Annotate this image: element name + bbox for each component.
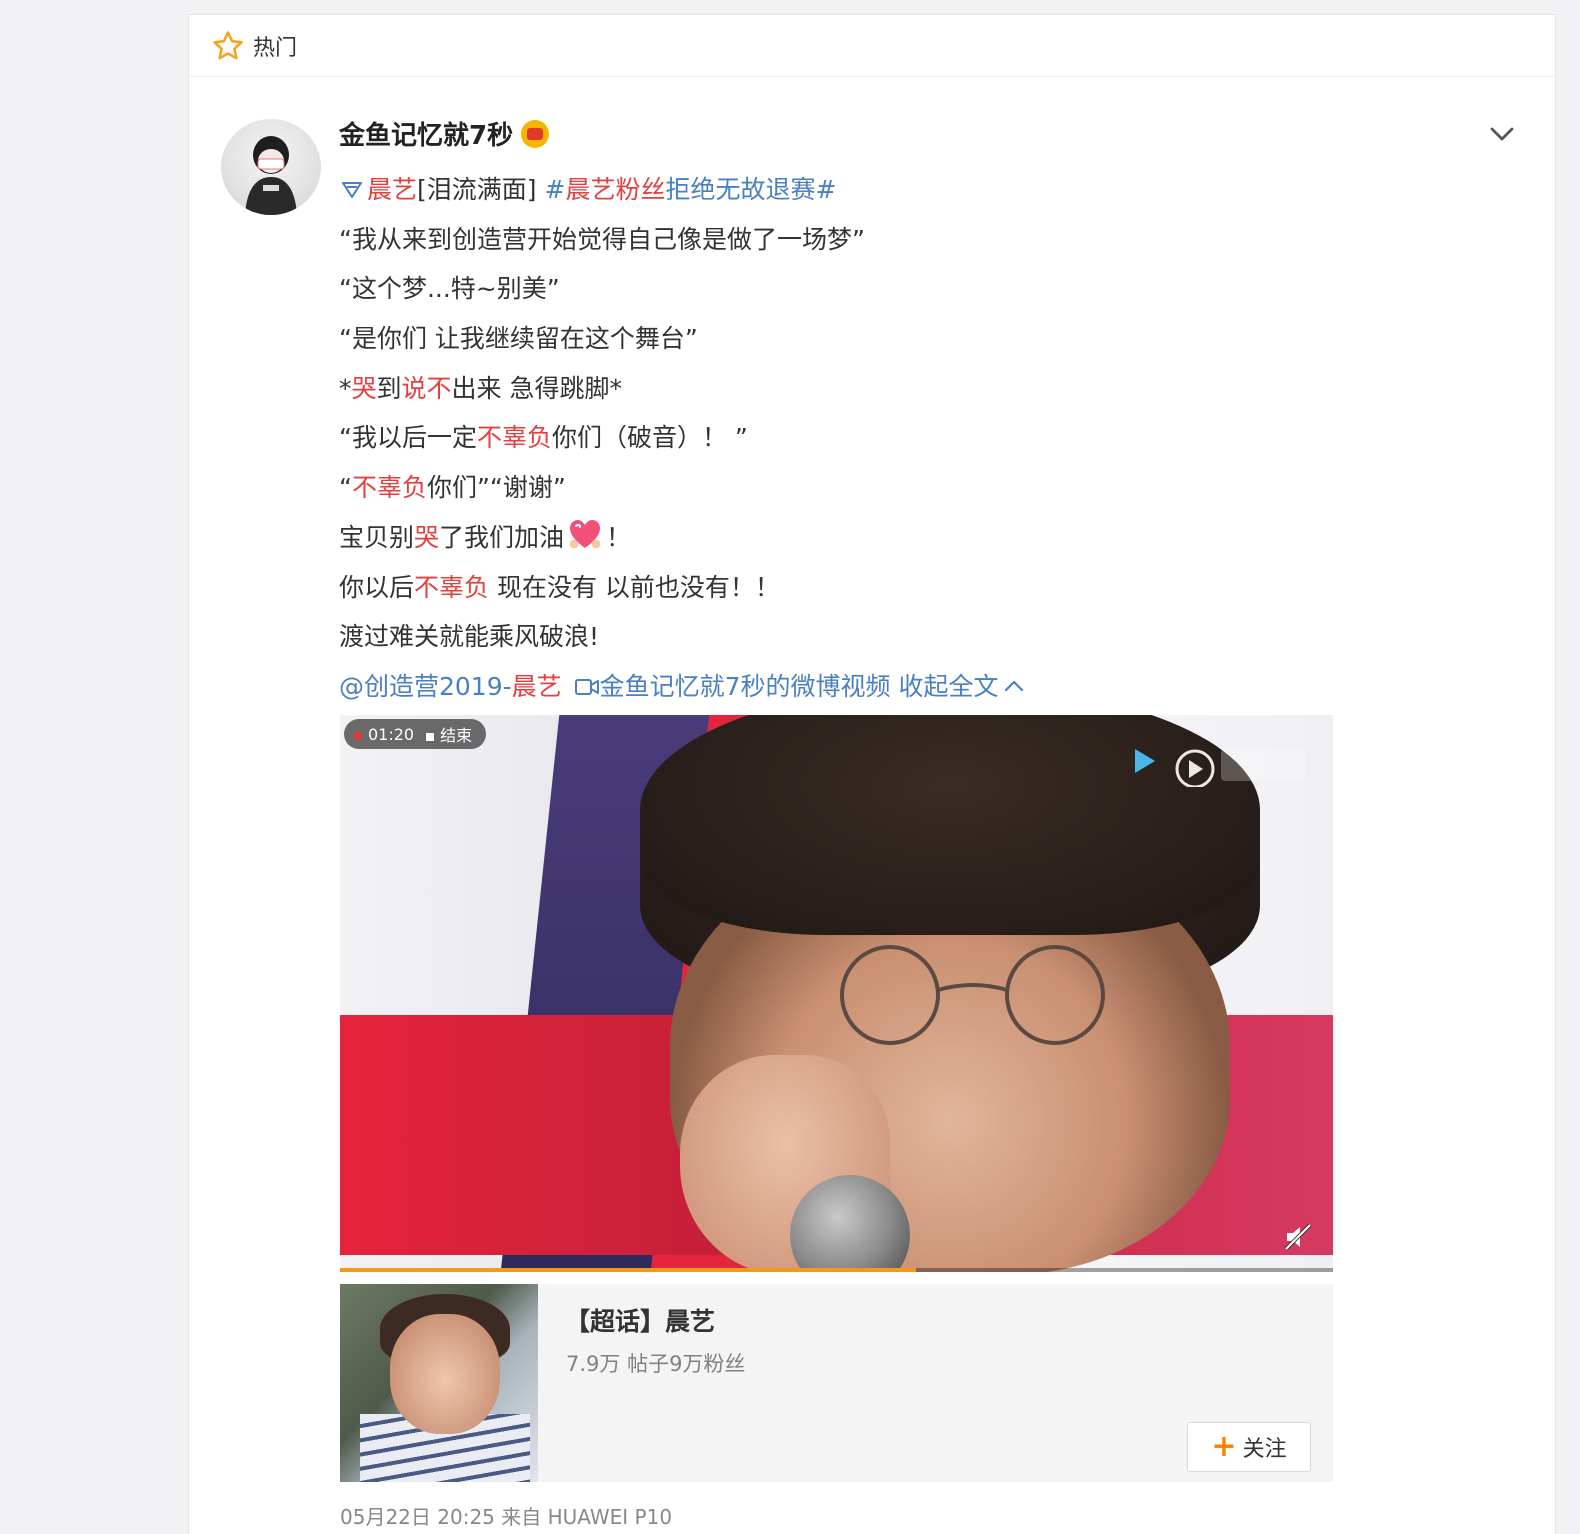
text-segment: 你们”“谢谢” bbox=[426, 473, 566, 503]
card-header: 热门 bbox=[189, 15, 1555, 77]
collapse-link[interactable]: 收起全文 bbox=[899, 672, 1025, 701]
video-status: 结束 bbox=[440, 726, 473, 745]
content-line: 晨艺[泪流满面] #晨艺粉丝拒绝无故退赛# bbox=[339, 165, 1399, 215]
highlight-text: 哭 bbox=[351, 373, 377, 403]
post-content: 晨艺[泪流满面] #晨艺粉丝拒绝无故退赛# “我从来到创造营开始觉得自己像是做了… bbox=[339, 165, 1399, 712]
text-segment: ！ bbox=[606, 522, 632, 552]
video-timer: 01:20 bbox=[368, 724, 415, 744]
text-segment: 现在没有 以前也没有！！ bbox=[489, 572, 780, 602]
text-segment: 了我们加油 bbox=[439, 522, 565, 552]
content-line: “我以后一定不辜负你们（破音）！ ” bbox=[339, 413, 1399, 463]
content-line: “不辜负你们”“谢谢” bbox=[339, 463, 1399, 513]
topic-title[interactable]: 【超话】晨艺 bbox=[565, 1302, 715, 1338]
chevron-down-icon[interactable] bbox=[1487, 119, 1517, 149]
emoji-text: [泪流满面] bbox=[417, 175, 545, 204]
highlight-text: 不辜负 bbox=[351, 473, 427, 503]
content-line: 你以后不辜负 现在没有 以前也没有！！ bbox=[339, 563, 1399, 613]
content-line: “是你们 让我继续留在这个舞台” bbox=[339, 324, 698, 354]
follow-label: 关注 bbox=[1242, 1437, 1287, 1462]
text-segment: * bbox=[339, 373, 352, 403]
username[interactable]: 金鱼记忆就7秒 bbox=[339, 115, 550, 152]
plus-icon: + bbox=[1211, 1429, 1237, 1464]
text-segment: 宝贝别 bbox=[339, 522, 415, 552]
content-line: 宝贝别哭了我们加油 ！ bbox=[339, 513, 1399, 563]
topic-stats: 7.9万 帖子9万粉丝 bbox=[566, 1352, 746, 1376]
stop-icon bbox=[426, 733, 435, 741]
hashtag-link[interactable]: #晨艺粉丝拒绝无故退赛# bbox=[544, 175, 836, 204]
content-line: “这个梦...特~别美” bbox=[339, 274, 560, 304]
text-segment: 出来 急得跳脚* bbox=[451, 373, 622, 403]
avatar[interactable] bbox=[221, 119, 321, 215]
video-progress-fill bbox=[340, 1268, 916, 1272]
crown-icon bbox=[521, 119, 550, 148]
post-meta: 05月22日 20:25 来自 HUAWEI P10 bbox=[340, 1505, 673, 1529]
follow-button[interactable]: + 关注 bbox=[1187, 1422, 1311, 1472]
star-icon bbox=[213, 30, 243, 59]
video-link[interactable]: 金鱼记忆就7秒的微博视频 bbox=[600, 672, 891, 701]
text-segment: 到 bbox=[376, 373, 402, 403]
mute-icon[interactable] bbox=[1283, 1222, 1313, 1252]
highlight-text: 说不 bbox=[401, 373, 452, 403]
highlight-text: 哭 bbox=[414, 522, 440, 552]
super-topic-card[interactable]: 【超话】晨艺 7.9万 帖子9万粉丝 + 关注 bbox=[340, 1284, 1333, 1482]
content-line: “我从来到创造营开始觉得自己像是做了一场梦” bbox=[339, 224, 865, 254]
topic-link-name[interactable]: 晨艺 bbox=[367, 175, 417, 204]
feed-card: 热门 金鱼记忆就7秒 晨艺[泪流满面] #晨艺粉丝拒绝无故退赛# “我从来到创造… bbox=[188, 14, 1556, 1534]
username-text[interactable]: 金鱼记忆就7秒 bbox=[339, 115, 513, 152]
play-watermark-icon bbox=[1135, 749, 1305, 787]
text-segment: 你以后 bbox=[339, 572, 415, 602]
text-segment: 你们（破音）！ ” bbox=[551, 423, 748, 453]
content-line: *哭到说不出来 急得跳脚* bbox=[339, 364, 1399, 414]
text-segment: “我以后一定 bbox=[339, 423, 477, 453]
content-footer-links: @创造营2019-晨艺 金鱼记忆就7秒的微博视频 收起全文 bbox=[339, 662, 1399, 712]
super-topic-icon bbox=[342, 182, 362, 198]
highlight-text: 不辜负 bbox=[414, 572, 490, 602]
video-player[interactable]: 01:20 结束 bbox=[340, 715, 1333, 1272]
heart-emoji-icon bbox=[570, 519, 601, 548]
video-frame-glasses bbox=[840, 945, 1105, 1045]
text-segment: “ bbox=[339, 473, 352, 503]
video-timer-badge: 01:20 结束 bbox=[344, 719, 487, 749]
mention-link[interactable]: @创造营2019-晨艺 bbox=[339, 672, 562, 701]
topic-thumbnail bbox=[340, 1284, 538, 1482]
header-label: 热门 bbox=[253, 35, 298, 61]
highlight-text: 不辜负 bbox=[476, 423, 552, 453]
content-line: 渡过难关就能乘风破浪! bbox=[339, 622, 600, 652]
live-dot-icon bbox=[354, 731, 362, 740]
chevron-up-icon bbox=[1004, 680, 1023, 691]
video-link-icon bbox=[574, 678, 599, 695]
